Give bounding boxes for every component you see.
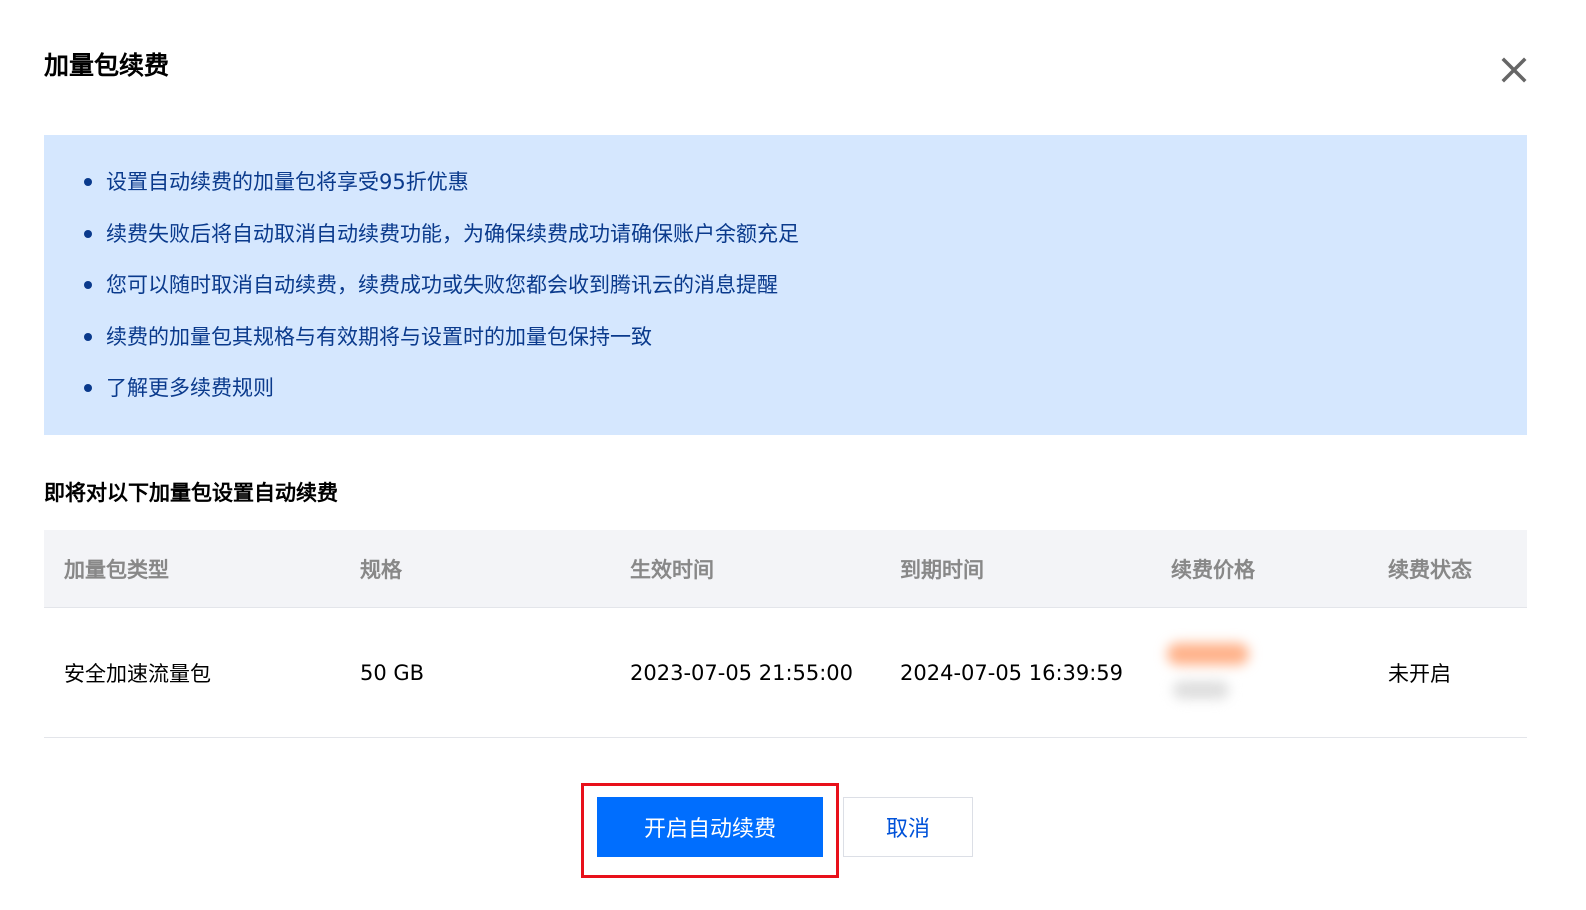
cell-end: 2024-07-05 16:39:59	[900, 660, 1124, 685]
table-header: 加量包类型 规格 生效时间 到期时间 续费价格 续费状态	[44, 530, 1527, 608]
enable-auto-renew-button[interactable]: 开启自动续费	[597, 797, 823, 857]
notice-item-consistency: 续费的加量包其规格与有效期将与设置时的加量包保持一致	[44, 320, 1527, 372]
header-status: 续费状态	[1388, 557, 1472, 582]
header-type: 加量包类型	[64, 557, 169, 582]
cancel-button[interactable]: 取消	[843, 797, 973, 857]
redacted-price	[1167, 643, 1249, 665]
header-start: 生效时间	[630, 557, 714, 582]
table-row: 安全加速流量包 50 GB 2023-07-05 21:55:00 2024-0…	[44, 608, 1527, 738]
notice-item-cancel-anytime: 您可以随时取消自动续费，续费成功或失败您都会收到腾讯云的消息提醒	[44, 268, 1527, 320]
redacted-original-price	[1173, 681, 1229, 699]
cell-spec: 50 GB	[360, 660, 425, 685]
renewal-rules-link[interactable]: 了解更多续费规则	[106, 376, 274, 400]
notice-panel: 设置自动续费的加量包将享受95折优惠 续费失败后将自动取消自动续费功能，为确保续…	[44, 135, 1527, 435]
notice-item-rules-link[interactable]: 了解更多续费规则	[44, 371, 1527, 423]
bullet-icon	[84, 178, 92, 186]
cell-type: 安全加速流量包	[64, 661, 211, 686]
notice-text: 您可以随时取消自动续费，续费成功或失败您都会收到腾讯云的消息提醒	[106, 273, 778, 297]
header-spec: 规格	[360, 557, 402, 582]
notice-text: 续费的加量包其规格与有效期将与设置时的加量包保持一致	[106, 324, 652, 349]
bullet-icon	[84, 332, 92, 341]
cell-status: 未开启	[1388, 661, 1451, 686]
header-price: 续费价格	[1171, 557, 1255, 582]
package-table: 加量包类型 规格 生效时间 到期时间 续费价格 续费状态 安全加速流量包 50 …	[44, 530, 1527, 738]
notice-item-failure: 续费失败后将自动取消自动续费功能，为确保续费成功请确保账户余额充足	[44, 217, 1527, 269]
notice-text: 续费失败后将自动取消自动续费功能，为确保续费成功请确保账户余额充足	[106, 221, 799, 246]
header-end: 到期时间	[900, 557, 984, 582]
cell-start: 2023-07-05 21:55:00	[630, 660, 854, 685]
notice-item-discount: 设置自动续费的加量包将享受95折优惠	[44, 165, 1527, 217]
close-icon[interactable]	[1496, 52, 1532, 88]
dialog-title: 加量包续费	[44, 51, 170, 80]
notice-text: 设置自动续费的加量包将享受95折优惠	[106, 170, 469, 194]
bullet-icon	[84, 281, 92, 289]
bullet-icon	[84, 384, 92, 392]
notice-list: 设置自动续费的加量包将享受95折优惠 续费失败后将自动取消自动续费功能，为确保续…	[44, 165, 1527, 423]
cell-price-redacted	[1167, 643, 1257, 713]
bullet-icon	[84, 229, 92, 238]
dialog-footer: 开启自动续费 取消	[0, 782, 1586, 882]
renewal-dialog: 加量包续费 设置自动续费的加量包将享受95折优惠 续费失败后将自动取消自动续费功…	[0, 0, 1586, 910]
section-title: 即将对以下加量包设置自动续费	[44, 481, 338, 505]
